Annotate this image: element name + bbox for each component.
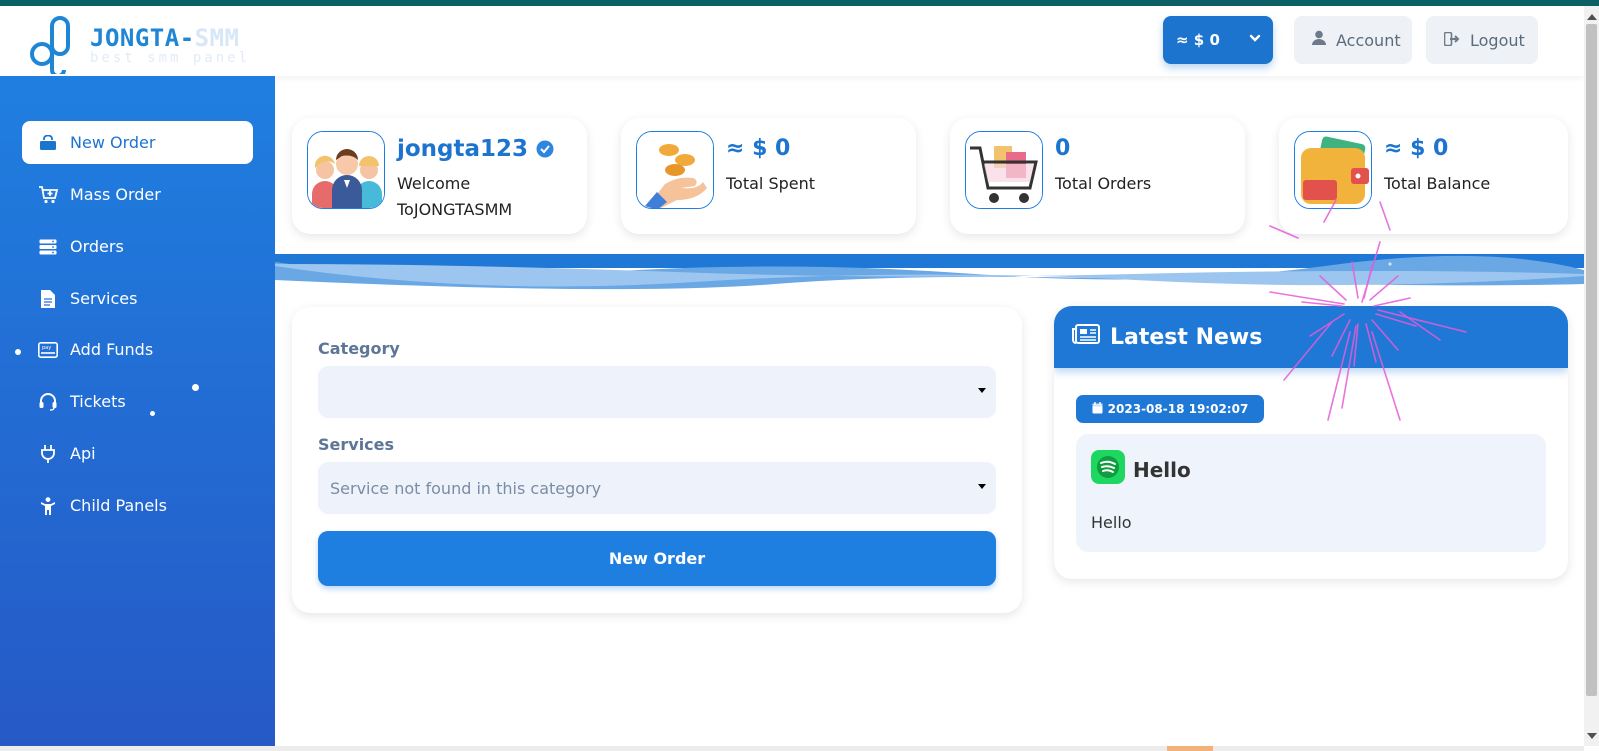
news-heading: Latest News bbox=[1110, 324, 1263, 350]
logout-button[interactable]: Logout bbox=[1426, 16, 1538, 64]
sidebar-item-label: Mass Order bbox=[70, 185, 161, 204]
newspaper-icon bbox=[1072, 324, 1100, 350]
file-icon bbox=[38, 289, 58, 309]
sidebar-item-label: New Order bbox=[70, 133, 156, 152]
user-avatar bbox=[307, 131, 385, 209]
vertical-scrollbar[interactable] bbox=[1584, 6, 1599, 746]
cart-plus-icon bbox=[38, 185, 58, 205]
logout-label: Logout bbox=[1470, 30, 1525, 50]
scroll-down-arrow-icon[interactable] bbox=[1587, 733, 1597, 739]
pay-card-icon: pay bbox=[38, 340, 58, 360]
news-title: Hello bbox=[1091, 450, 1191, 489]
sidebar-item-label: Tickets bbox=[70, 392, 126, 411]
total-orders-card: 0 Total Orders bbox=[950, 118, 1245, 234]
child-icon bbox=[38, 496, 58, 516]
sidebar-item-label: Services bbox=[70, 289, 138, 308]
sidebar-item-child-panels[interactable]: Child Panels bbox=[22, 484, 253, 527]
wave-divider bbox=[275, 254, 1584, 290]
total-orders-label: Total Orders bbox=[1055, 174, 1152, 193]
shopping-cart-icon bbox=[966, 132, 1042, 208]
shopping-bag-icon bbox=[38, 133, 58, 153]
caret-down-icon bbox=[978, 388, 986, 393]
sidebar-item-mass-order[interactable]: Mass Order bbox=[22, 173, 253, 216]
header: JONGTA-SMM best smm panel ≈ $ 0 Account … bbox=[0, 6, 1584, 76]
sidebar-item-orders[interactable]: Orders bbox=[22, 225, 253, 268]
total-orders-value: 0 bbox=[1055, 136, 1071, 161]
sparkle-dot bbox=[192, 384, 199, 391]
wallet-icon bbox=[1295, 132, 1371, 208]
category-label: Category bbox=[318, 339, 400, 358]
sidebar-item-label: Child Panels bbox=[70, 496, 167, 515]
plug-icon bbox=[38, 444, 58, 464]
server-icon bbox=[38, 237, 58, 257]
wallet-image bbox=[1294, 131, 1372, 209]
sparkle-dot bbox=[15, 349, 21, 355]
coins-hand-image bbox=[636, 131, 714, 209]
sparkle-dot bbox=[150, 411, 155, 416]
caret-down-icon bbox=[978, 484, 986, 489]
verified-badge-icon bbox=[536, 140, 554, 158]
services-value: Service not found in this category bbox=[330, 478, 602, 498]
team-avatar-icon bbox=[308, 132, 384, 208]
sign-out-icon bbox=[1443, 31, 1460, 50]
logo-mark-icon bbox=[30, 16, 70, 74]
account-label: Account bbox=[1336, 30, 1401, 50]
services-select[interactable]: Service not found in this category bbox=[318, 462, 996, 514]
user-icon bbox=[1312, 30, 1326, 50]
balance-value: ≈ $ 0 bbox=[1176, 31, 1220, 49]
sidebar-item-tickets[interactable]: Tickets bbox=[22, 380, 253, 423]
new-order-submit-button[interactable]: New Order bbox=[318, 531, 996, 586]
total-balance-label: Total Balance bbox=[1384, 174, 1491, 193]
services-label: Services bbox=[318, 435, 395, 454]
total-spent-value: ≈ $ 0 bbox=[726, 136, 791, 161]
sidebar-item-new-order[interactable]: New Order bbox=[22, 121, 253, 164]
username: jongta123 bbox=[397, 136, 554, 162]
total-spent-card: ≈ $ 0 Total Spent bbox=[621, 118, 916, 234]
calendar-icon bbox=[1092, 401, 1103, 417]
news-body: Hello bbox=[1091, 513, 1132, 532]
welcome-text: Welcome ToJONGTASMM bbox=[397, 174, 513, 219]
bottom-strip bbox=[0, 746, 1584, 751]
latest-news-panel: Latest News 2023-08-18 19:02:07 Hello He… bbox=[1054, 306, 1568, 579]
account-button[interactable]: Account bbox=[1294, 16, 1412, 64]
new-order-form: Category Services Service not found in t… bbox=[292, 307, 1022, 613]
sidebar-item-label: Orders bbox=[70, 237, 124, 256]
user-card: jongta123 Welcome ToJONGTASMM bbox=[292, 118, 587, 234]
bottom-accent bbox=[1167, 746, 1213, 751]
total-spent-label: Total Spent bbox=[726, 174, 816, 193]
sidebar-item-services[interactable]: Services bbox=[22, 277, 253, 320]
svg-text:pay: pay bbox=[42, 345, 51, 351]
chevron-down-icon bbox=[1249, 30, 1261, 48]
sidebar: New Order Mass Order Orders Services pay… bbox=[0, 76, 275, 746]
category-select[interactable] bbox=[318, 366, 996, 418]
total-balance-value: ≈ $ 0 bbox=[1384, 136, 1449, 161]
spotify-icon bbox=[1091, 450, 1125, 489]
scroll-up-arrow-icon[interactable] bbox=[1587, 14, 1597, 20]
total-balance-card: ≈ $ 0 Total Balance bbox=[1279, 118, 1568, 234]
sidebar-item-label: Add Funds bbox=[70, 340, 154, 359]
logo[interactable]: JONGTA-SMM best smm panel bbox=[28, 12, 258, 74]
sidebar-item-label: Api bbox=[70, 444, 96, 463]
news-item: Hello Hello bbox=[1076, 434, 1546, 552]
news-header: Latest News bbox=[1054, 306, 1568, 368]
news-title-text: Hello bbox=[1133, 457, 1191, 482]
shopping-cart-image bbox=[965, 131, 1043, 209]
news-date: 2023-08-18 19:02:07 bbox=[1107, 402, 1249, 416]
headset-icon bbox=[38, 392, 58, 412]
scrollbar-thumb[interactable] bbox=[1586, 24, 1597, 696]
sidebar-item-add-funds[interactable]: pay Add Funds bbox=[22, 328, 253, 371]
coins-hand-icon bbox=[637, 132, 713, 208]
brand-tagline: best smm panel bbox=[90, 50, 251, 66]
sidebar-item-api[interactable]: Api bbox=[22, 432, 253, 475]
balance-dropdown[interactable]: ≈ $ 0 bbox=[1163, 16, 1273, 64]
news-date-badge: 2023-08-18 19:02:07 bbox=[1076, 395, 1264, 423]
brand-name: JONGTA-SMM bbox=[90, 24, 240, 52]
